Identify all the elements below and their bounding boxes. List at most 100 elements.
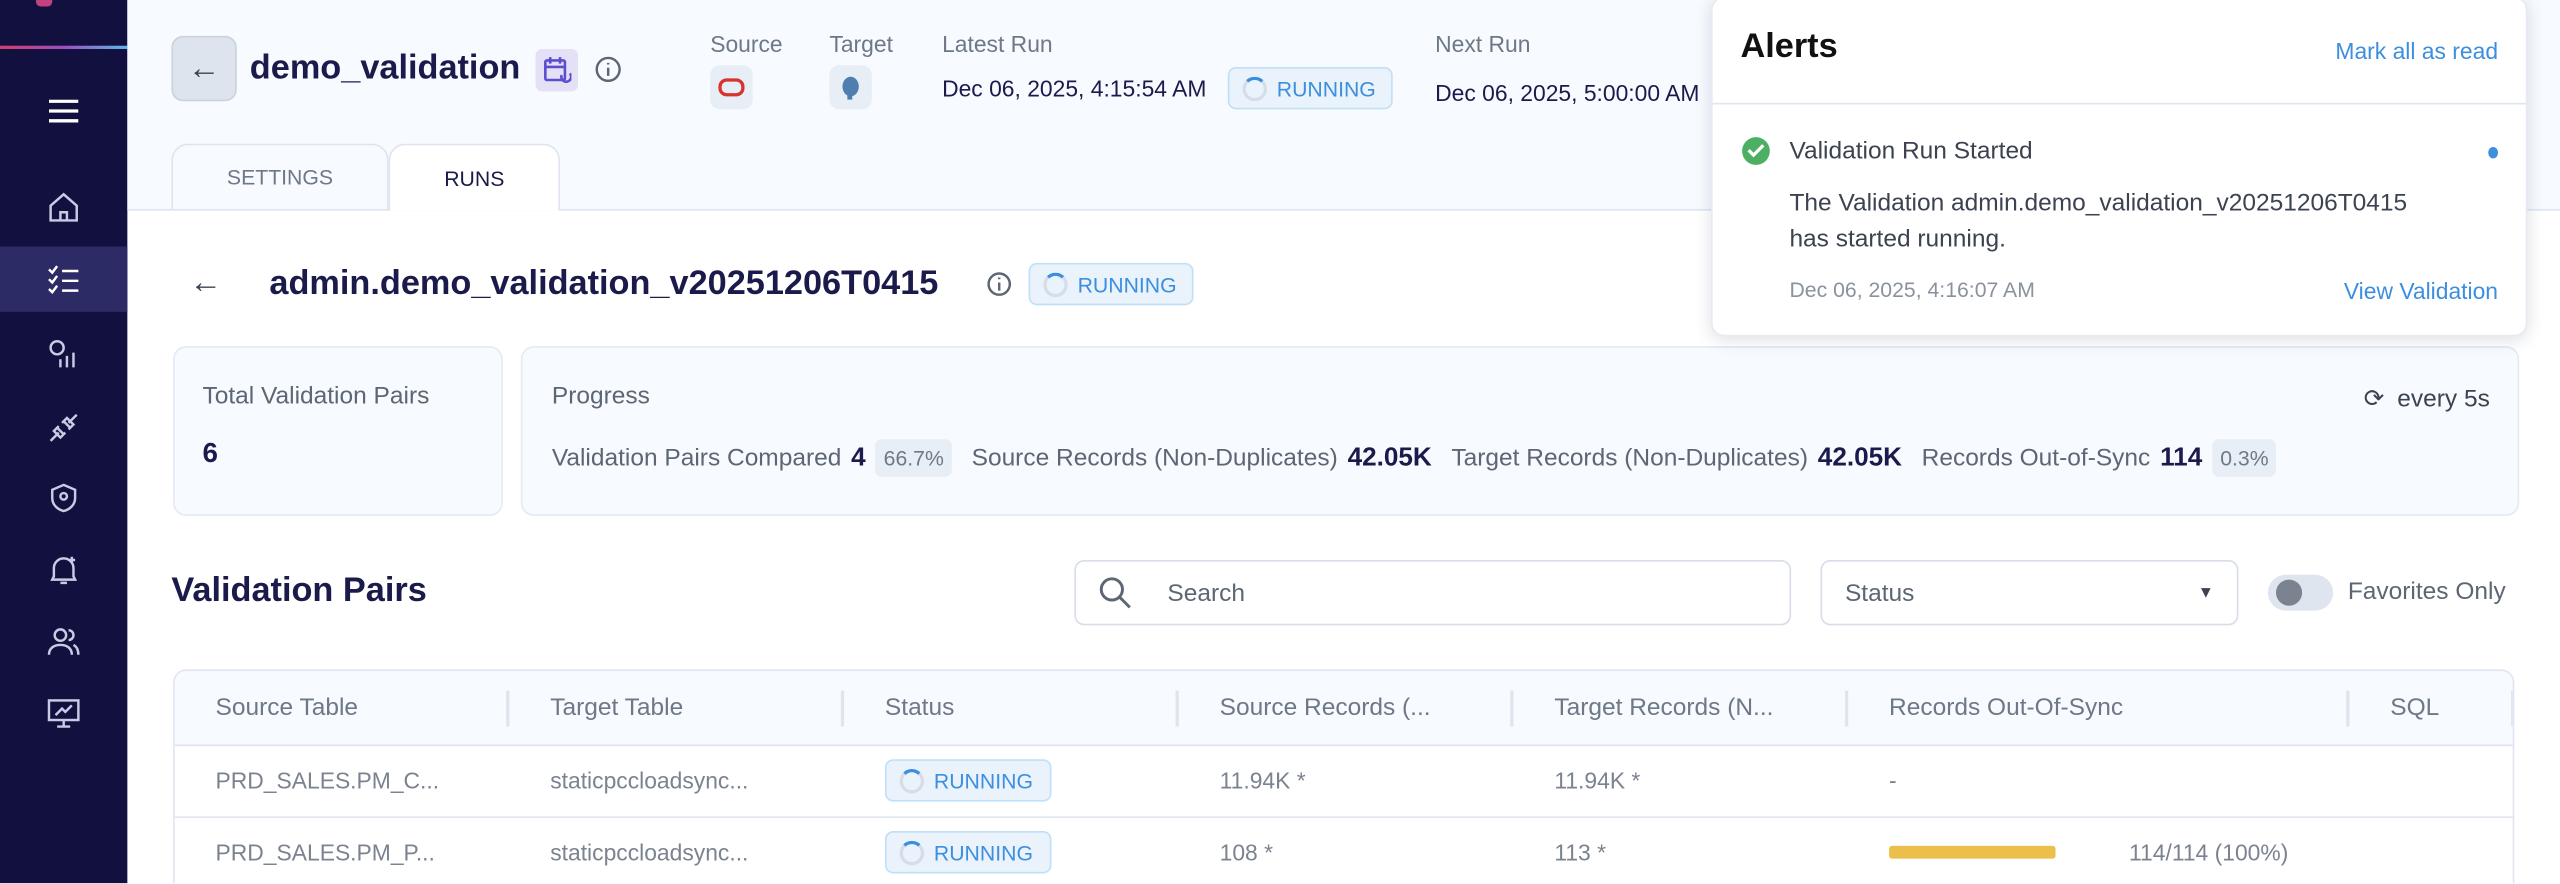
status-text: RUNNING <box>933 840 1033 865</box>
auto-refresh[interactable]: ⟳ every 5s <box>2363 384 2490 414</box>
status-select[interactable]: Status ▼ <box>1820 560 2239 626</box>
menu-icon[interactable] <box>0 78 127 143</box>
app: ← demo_validation Source Target Latest R… <box>0 0 2560 884</box>
next-run-label: Next Run <box>1435 31 1531 58</box>
col-sql[interactable]: SQL <box>2390 671 2439 744</box>
target-table-cell: staticpccloadsync... <box>550 767 749 794</box>
alert-title: Validation Run Started <box>1789 137 2033 165</box>
latest-run-label: Latest Run <box>942 31 1053 58</box>
alerts-add-icon[interactable] <box>0 537 127 602</box>
stat-label: Target Records (Non-Duplicates) <box>1451 444 1809 472</box>
search-input[interactable]: Search <box>1074 560 1792 626</box>
spinner-icon <box>899 768 925 793</box>
target-records-cell: 11.94K * <box>1554 767 1641 794</box>
back-button[interactable]: ← <box>171 35 237 102</box>
stat-compared: Validation Pairs Compared 4 66.7% <box>552 439 953 477</box>
column-resizer[interactable] <box>1844 690 1849 727</box>
status-text: RUNNING <box>933 768 1033 793</box>
stat-source: Source Records (Non-Duplicates) 42.05K <box>972 439 1432 477</box>
total-pairs-value: 6 <box>202 437 218 469</box>
column-resizer[interactable] <box>1510 690 1514 727</box>
out-of-sync-cell: 114/114 (100%) <box>1889 816 2288 883</box>
info-icon[interactable] <box>594 56 622 92</box>
column-resizer[interactable] <box>506 690 510 727</box>
source-label: Source <box>710 31 783 58</box>
out-of-sync-bar-fill <box>1889 845 2056 859</box>
favorites-label: Favorites Only <box>2347 577 2506 606</box>
monitor-icon[interactable] <box>0 681 127 746</box>
connections-icon[interactable] <box>0 395 127 460</box>
favorites-toggle[interactable] <box>2267 574 2334 611</box>
column-resizer[interactable] <box>2346 690 2350 727</box>
table-row[interactable]: PRD_SALES.PM_C... staticpccloadsync... R… <box>174 745 2513 818</box>
status-badge: RUNNING <box>884 831 1052 874</box>
unread-dot <box>2488 146 2499 159</box>
reports-icon[interactable] <box>0 322 127 387</box>
run-title: admin.demo_validation_v20251206T0415 <box>269 264 939 303</box>
col-out-of-sync[interactable]: Records Out-Of-Sync <box>1889 671 2123 744</box>
status-badge: RUNNING <box>884 759 1052 802</box>
out-of-sync-text: 114/114 (100%) <box>2129 839 2289 866</box>
spinner-icon <box>1043 271 1068 297</box>
refresh-icon: ⟳ <box>2363 385 2385 414</box>
stat-pct: 66.7% <box>875 439 953 477</box>
out-of-sync-cell: - <box>1889 767 1897 794</box>
home-icon[interactable] <box>0 175 127 240</box>
postgres-icon <box>829 65 872 110</box>
stat-label: Source Records (Non-Duplicates) <box>971 444 1338 472</box>
run-back-button[interactable]: ← <box>189 264 222 302</box>
validation-title: demo_validation <box>249 48 521 87</box>
refresh-interval: every 5s <box>2397 384 2490 413</box>
schedule-icon[interactable] <box>535 48 578 92</box>
stat-label: Records Out-of-Sync <box>1921 444 2151 472</box>
pairs-table: Source Table Target Table Status Source … <box>173 669 2515 884</box>
spinner-icon <box>899 840 925 865</box>
tab-settings[interactable]: SETTINGS <box>171 143 389 209</box>
alert-body-line2: has started running. <box>1789 225 2006 254</box>
source-records-cell: 108 * <box>1219 839 1274 866</box>
sidebar <box>0 0 128 884</box>
validations-icon[interactable] <box>0 246 128 312</box>
col-target-records[interactable]: Target Records (N... <box>1554 671 1773 744</box>
progress-label: Progress <box>551 382 650 410</box>
col-source-table[interactable]: Source Table <box>216 671 359 744</box>
stat-value: 42.05K <box>1347 443 1432 472</box>
latest-run-value: Dec 06, 2025, 4:15:54 AM <box>942 75 1207 102</box>
col-target-table[interactable]: Target Table <box>550 671 683 744</box>
source-table-cell: PRD_SALES.PM_P... <box>215 839 435 866</box>
column-resizer[interactable] <box>1175 690 1179 727</box>
spinner-icon <box>1242 75 1267 101</box>
mark-all-read-link[interactable]: Mark all as read <box>2335 38 2498 64</box>
success-check-icon <box>1742 137 1770 165</box>
stat-value: 42.05K <box>1817 443 1903 472</box>
target-records-cell: 113 * <box>1554 839 1607 866</box>
col-source-records[interactable]: Source Records (... <box>1220 671 1431 744</box>
alerts-title: Alerts <box>1740 27 1838 66</box>
stat-pct: 0.3% <box>2212 439 2277 477</box>
stat-oos: Records Out-of-Sync 114 0.3% <box>1922 439 2277 477</box>
run-info-icon[interactable] <box>986 271 1012 305</box>
col-status[interactable]: Status <box>885 671 954 744</box>
table-row[interactable]: PRD_SALES.PM_P... staticpccloadsync... R… <box>175 816 2513 883</box>
sidebar-divider <box>0 45 128 49</box>
total-pairs-label: Total Validation Pairs <box>202 382 430 410</box>
column-resizer[interactable] <box>840 690 845 727</box>
target-table-cell: staticpccloadsync... <box>550 839 749 866</box>
users-icon[interactable] <box>0 609 127 674</box>
tab-runs[interactable]: RUNS <box>388 143 561 211</box>
oracle-icon <box>710 65 753 110</box>
security-icon[interactable] <box>0 465 127 530</box>
progress-stats: Validation Pairs Compared 4 66.7% Source R… <box>552 439 2277 477</box>
alert-time: Dec 06, 2025, 4:16:07 AM <box>1789 277 2035 303</box>
latest-run-status-badge: RUNNING <box>1227 66 1393 110</box>
view-validation-link[interactable]: View Validation <box>2344 278 2498 304</box>
column-resizer[interactable] <box>2511 690 2513 727</box>
status-placeholder: Status <box>1844 578 1915 607</box>
alerts-panel: Alerts Mark all as read Validation Run S… <box>1711 0 2528 337</box>
stat-value: 4 <box>851 443 866 472</box>
run-status-badge: RUNNING <box>1028 262 1194 306</box>
logo <box>35 0 53 7</box>
divider <box>1712 102 2526 105</box>
stat-value: 114 <box>2160 443 2203 472</box>
source-records-cell: 11.94K * <box>1219 767 1306 794</box>
